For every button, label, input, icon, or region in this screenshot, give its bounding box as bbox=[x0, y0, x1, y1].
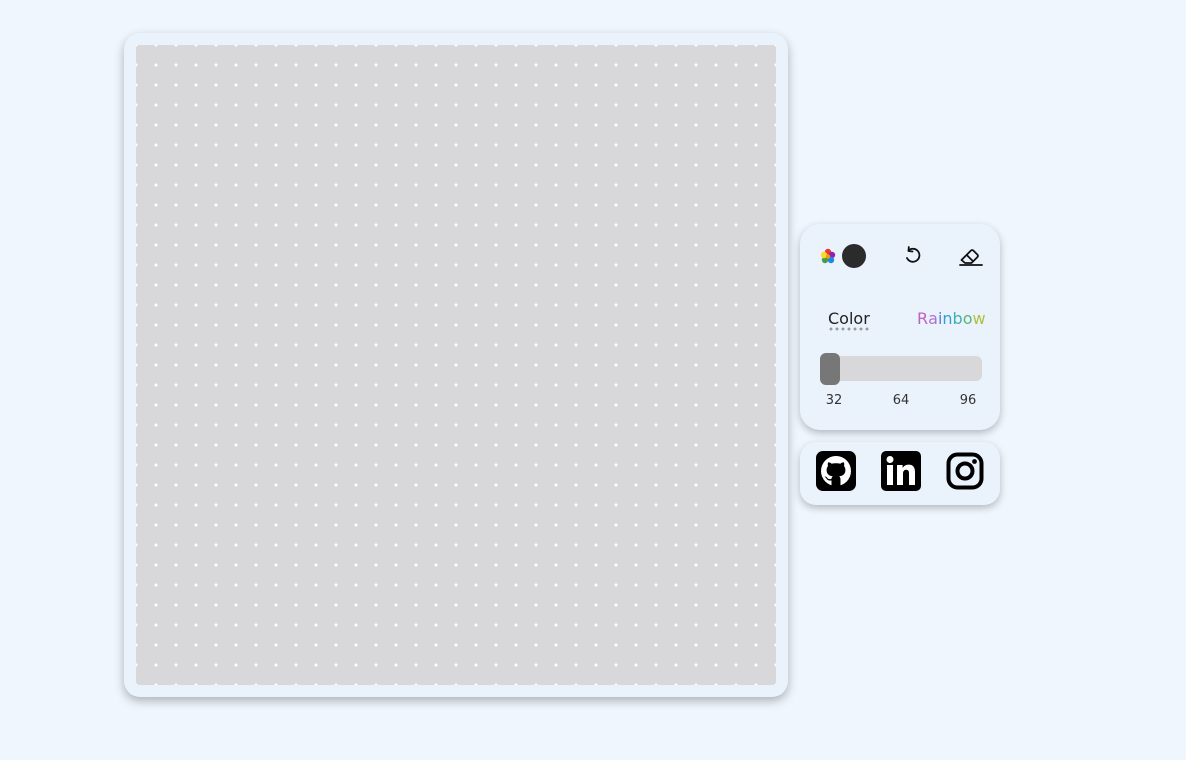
linkedin-icon[interactable] bbox=[881, 451, 921, 491]
github-icon[interactable] bbox=[816, 451, 856, 491]
rainbow-letter: R bbox=[917, 309, 929, 328]
selected-mode-indicator bbox=[828, 327, 870, 331]
color-palette-icon[interactable] bbox=[819, 247, 837, 265]
rainbow-letter: b bbox=[952, 309, 963, 328]
rainbow-letter: o bbox=[962, 309, 973, 328]
rainbow-letter: n bbox=[942, 309, 953, 328]
tick-label-32: 32 bbox=[825, 393, 843, 408]
eraser-icon[interactable] bbox=[958, 244, 984, 268]
drawing-board bbox=[124, 33, 788, 697]
color-mode-button[interactable]: Color bbox=[828, 309, 870, 329]
rainbow-letter: w bbox=[972, 309, 986, 328]
grid-size-slider-thumb[interactable] bbox=[820, 353, 840, 385]
current-color-swatch[interactable] bbox=[842, 244, 866, 268]
instagram-icon[interactable] bbox=[946, 452, 984, 490]
rainbow-mode-button[interactable]: Rainbow bbox=[917, 309, 986, 329]
pixel-canvas[interactable] bbox=[136, 45, 776, 685]
tick-label-64: 64 bbox=[892, 393, 910, 408]
undo-icon[interactable] bbox=[902, 245, 924, 267]
rainbow-letter: a bbox=[928, 309, 938, 328]
grid-size-slider-track[interactable] bbox=[820, 356, 982, 381]
tick-label-96: 96 bbox=[959, 393, 977, 408]
